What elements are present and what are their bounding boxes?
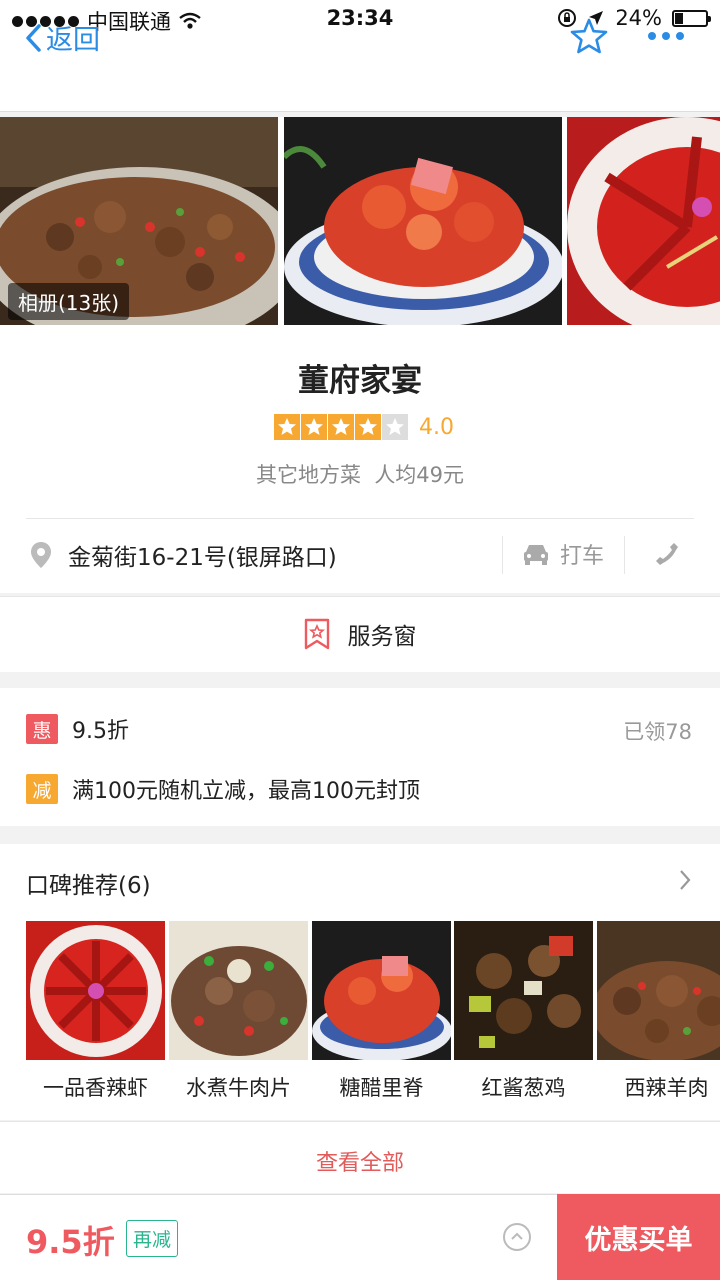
promo-badge-jian: 减: [26, 774, 58, 804]
gallery-photo-sweet-sour[interactable]: [284, 117, 562, 325]
view-all-link[interactable]: 查看全部: [0, 1145, 720, 1177]
dish-photo: [454, 921, 593, 1060]
phone-icon: [656, 543, 678, 565]
cuisine-tag: 其它地方菜: [255, 463, 361, 487]
service-bookmark-icon: [304, 618, 329, 650]
recommendations-title[interactable]: 口碑推荐(6): [26, 866, 151, 900]
promo-reduction-row[interactable]: 减 满100元随机立减，最高100元封顶: [26, 773, 420, 805]
taxi-label: 打车: [560, 544, 605, 569]
phone-button[interactable]: [654, 541, 680, 571]
claimed-count: 已领78: [623, 720, 692, 744]
chevron-left-icon: [26, 23, 41, 52]
avg-price: 人均49元: [374, 463, 465, 487]
album-count-badge[interactable]: 相册(13张): [8, 283, 130, 320]
dish-card[interactable]: 红酱葱鸡: [454, 921, 593, 1102]
dish-name: 一品香辣虾: [43, 1076, 148, 1100]
separator: [502, 536, 503, 574]
recommendations-more[interactable]: [678, 868, 692, 896]
dish-name: 糖醋里脊: [339, 1076, 424, 1100]
more-dot-icon: [662, 32, 670, 40]
dish-name: 红酱葱鸡: [481, 1076, 566, 1100]
promo-text: 9.5折: [72, 719, 129, 744]
extra-discount-badge: 再减: [126, 1220, 179, 1257]
dish-card[interactable]: 一品香辣虾: [26, 921, 165, 1102]
chevron-right-icon: [680, 870, 691, 890]
address-text: 金菊街16-21号(银屏路口): [68, 545, 337, 571]
shop-tags: 其它地方菜 人均49元: [0, 459, 720, 489]
promo-badge-hui: 惠: [26, 714, 58, 744]
dish-card[interactable]: 糖醋里脊: [312, 921, 451, 1102]
taxi-button[interactable]: 打车: [522, 538, 604, 570]
dish-name: 西辣羊肉: [624, 1076, 709, 1100]
location-pin-icon: [31, 542, 51, 568]
rating-star-icon: [328, 414, 354, 440]
separator: [624, 536, 625, 574]
dish-photo: [312, 921, 451, 1060]
rating-star-icon: [301, 414, 327, 440]
bottom-discount: 9.5折: [26, 1223, 115, 1261]
promotions-card: [0, 688, 720, 826]
back-button[interactable]: 返回: [24, 18, 100, 57]
rating-star-icon: [355, 414, 381, 440]
more-dot-icon: [676, 32, 684, 40]
promo-discount-row[interactable]: 惠 9.5折: [26, 713, 129, 745]
star-outline-icon: [570, 18, 608, 54]
chevron-up-icon: [511, 1232, 523, 1240]
rating-star-icon: [382, 414, 408, 440]
status-bar: 中国联通 23:34 24%: [0, 0, 720, 38]
dish-photo: [597, 921, 720, 1060]
service-window-label: 服务窗: [347, 624, 417, 650]
service-window-button[interactable]: 服务窗: [0, 617, 720, 651]
rating-value: 4.0: [419, 414, 454, 440]
address-row[interactable]: 金菊街16-21号(银屏路口): [30, 538, 337, 572]
more-dot-icon: [648, 32, 656, 40]
battery-icon: [672, 9, 711, 27]
rating-stars: [274, 414, 409, 440]
pay-button[interactable]: 优惠买单: [557, 1194, 720, 1280]
dish-name: 水煮牛肉片: [186, 1076, 291, 1100]
dish-photo: [169, 921, 308, 1060]
shop-name: 董府家宴: [298, 363, 422, 399]
nav-bar: [0, 38, 720, 112]
dish-photo: [26, 921, 165, 1060]
expand-details-button[interactable]: [503, 1223, 531, 1251]
rating-star-icon: [274, 414, 300, 440]
battery-percent: 24%: [615, 6, 662, 30]
more-button[interactable]: [648, 32, 684, 40]
back-label: 返回: [46, 25, 100, 56]
car-icon: [524, 545, 548, 565]
promo-text: 满100元随机立减，最高100元封顶: [72, 779, 420, 804]
divider: [26, 518, 694, 519]
gallery-photo-crayfish[interactable]: [567, 117, 720, 325]
dish-card[interactable]: 西辣羊肉: [597, 921, 720, 1102]
rating-row: 4.0: [274, 414, 454, 440]
dish-card[interactable]: 水煮牛肉片: [169, 921, 308, 1102]
favorite-button[interactable]: [570, 18, 608, 58]
